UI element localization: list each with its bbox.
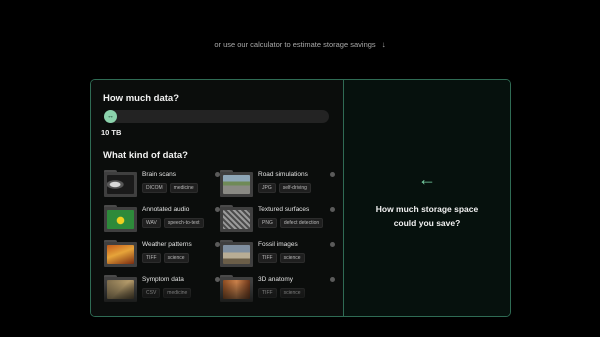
tag: science — [163, 253, 189, 263]
intro-line[interactable]: or use our calculator to estimate storag… — [0, 40, 600, 49]
amount-heading: How much data? — [103, 93, 180, 104]
tag: medicine — [169, 183, 198, 193]
slider-handle[interactable]: ↔ — [104, 110, 117, 123]
anatomy-thumbnail — [223, 280, 250, 299]
tag: self-driving — [278, 183, 311, 193]
audio-thumbnail — [107, 210, 134, 229]
arrow-left-icon: ← — [418, 169, 436, 189]
folder-icon — [220, 275, 253, 302]
folder-icon — [104, 240, 137, 267]
fossil-thumbnail — [223, 245, 250, 264]
folder-icon — [220, 240, 253, 267]
tag: WAV — [142, 218, 161, 228]
tag: defect detection — [279, 218, 324, 228]
item-name: Brain scans — [142, 171, 176, 178]
info-icon[interactable] — [330, 207, 335, 212]
folder-icon — [104, 170, 137, 197]
item-name: Weather patterns — [142, 241, 192, 248]
data-kind-item[interactable]: Road simulations JPG self-driving — [220, 170, 335, 198]
tag: speech-to-text — [163, 218, 204, 228]
result-question: How much storage space could you save? — [375, 204, 479, 228]
amount-value: 10 TB — [101, 128, 122, 137]
data-kind-item[interactable]: Annotated audio WAV speech-to-text — [104, 205, 220, 233]
road-simulation-thumbnail — [223, 175, 250, 194]
tag: JPG — [258, 183, 276, 193]
texture-thumbnail — [223, 210, 250, 229]
data-amount-slider[interactable]: ↔ — [104, 110, 329, 123]
item-name: Annotated audio — [142, 206, 190, 213]
data-kind-grid: Brain scans DICOM medicine Road simulatio… — [104, 170, 335, 303]
storage-calculator: How much data? ↔ 10 TB What kind of data… — [90, 79, 511, 317]
tag: TIFF — [258, 253, 277, 263]
brain-scan-thumbnail — [107, 175, 134, 194]
data-kind-item[interactable]: Brain scans DICOM medicine — [104, 170, 220, 198]
data-kind-item[interactable]: Weather patterns TIFF science — [104, 240, 220, 268]
arrow-down-icon: ↓ — [381, 40, 386, 49]
calculator-inputs: How much data? ↔ 10 TB What kind of data… — [91, 80, 343, 316]
folder-icon — [104, 275, 137, 302]
info-icon[interactable] — [330, 172, 335, 177]
data-kind-item[interactable]: Fossil images TIFF science — [220, 240, 335, 268]
data-kind-item[interactable]: Textured surfaces PNG defect detection — [220, 205, 335, 233]
item-name: 3D anatomy — [258, 276, 294, 283]
tag: PNG — [258, 218, 277, 228]
intro-text[interactable]: or use our calculator to estimate storag… — [214, 40, 375, 49]
item-name: Fossil images — [258, 241, 298, 248]
tag: TIFF — [258, 288, 277, 298]
item-name: Symptom data — [142, 276, 184, 283]
result-panel: ← How much storage space could you save? — [343, 80, 510, 316]
symptom-thumbnail — [107, 280, 134, 299]
kind-heading: What kind of data? — [103, 150, 188, 161]
tag: medicine — [163, 288, 192, 298]
data-kind-item[interactable]: Symptom data CSV medicine — [104, 275, 220, 303]
info-icon[interactable] — [330, 277, 335, 282]
folder-icon — [104, 205, 137, 232]
tag: CSV — [142, 288, 161, 298]
tag: science — [279, 288, 305, 298]
item-name: Road simulations — [258, 171, 308, 178]
tag: TIFF — [142, 253, 161, 263]
tag: science — [279, 253, 305, 263]
data-kind-item[interactable]: 3D anatomy TIFF science — [220, 275, 335, 303]
info-icon[interactable] — [330, 242, 335, 247]
folder-icon — [220, 170, 253, 197]
folder-icon — [220, 205, 253, 232]
item-name: Textured surfaces — [258, 206, 310, 213]
weather-thumbnail — [107, 245, 134, 264]
resize-arrows-icon: ↔ — [107, 113, 114, 120]
tag: DICOM — [142, 183, 167, 193]
